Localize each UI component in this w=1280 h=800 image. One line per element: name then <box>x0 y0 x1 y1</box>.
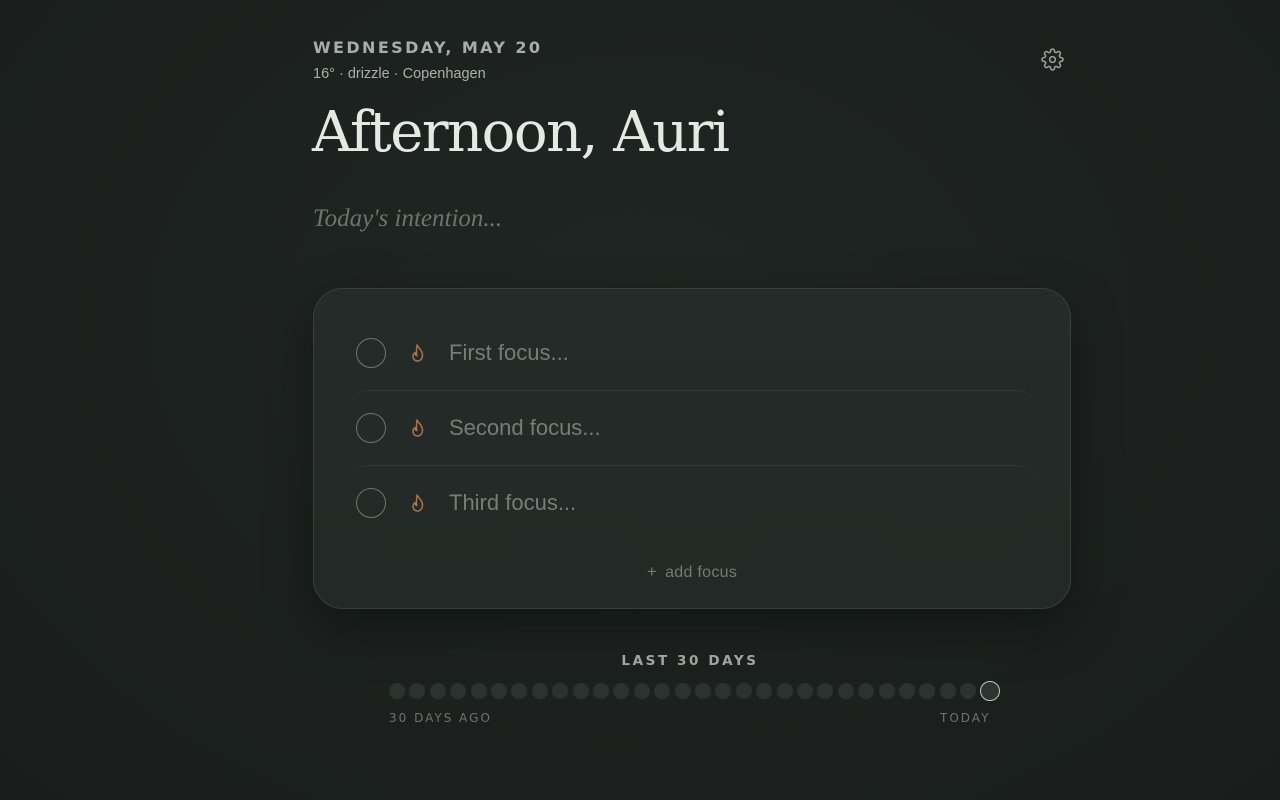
streak-day[interactable] <box>470 683 487 699</box>
date-label: WEDNESDAY, MAY 20 <box>313 38 543 57</box>
focus-checkbox[interactable] <box>356 413 386 443</box>
streak-day[interactable] <box>633 683 650 699</box>
header: WEDNESDAY, MAY 20 16° · drizzle · Copenh… <box>313 38 542 82</box>
streak-day[interactable] <box>389 683 405 699</box>
gear-icon <box>1041 48 1064 71</box>
streak-day[interactable] <box>674 683 691 699</box>
weather-label: 16° · drizzle · Copenhagen <box>313 66 486 82</box>
intention-field[interactable]: Today's intention... <box>313 205 502 233</box>
focus-row <box>350 315 1036 390</box>
flame-icon[interactable] <box>409 493 427 513</box>
streak-day[interactable] <box>552 683 569 699</box>
streak-day[interactable] <box>776 683 793 699</box>
streak-day[interactable] <box>450 683 467 699</box>
focus-row <box>350 390 1036 465</box>
streak-day[interactable] <box>960 683 977 699</box>
streak-day[interactable] <box>756 683 773 699</box>
streak-day[interactable] <box>511 683 528 699</box>
streak-day[interactable] <box>491 683 507 699</box>
streak-day[interactable] <box>593 683 609 699</box>
streak-day-today[interactable] <box>979 681 1000 701</box>
dashboard: WEDNESDAY, MAY 20 16° · drizzle · Copenh… <box>0 0 1280 800</box>
streak-title: LAST 30 DAYS <box>621 653 759 669</box>
streak-start-label: 30 DAYS AGO <box>389 711 492 725</box>
add-focus-label: add focus <box>665 564 738 581</box>
streak-day[interactable] <box>919 683 936 699</box>
focus-input-second[interactable] <box>449 415 1009 441</box>
streak-day[interactable] <box>878 683 895 699</box>
plus-icon: + <box>646 562 658 581</box>
focus-row <box>350 465 1036 540</box>
streak-day[interactable] <box>837 683 854 699</box>
focus-card: + add focus <box>313 288 1071 609</box>
streak-day[interactable] <box>899 683 915 699</box>
flame-icon[interactable] <box>409 343 427 363</box>
streak-end-label: TODAY <box>940 711 991 725</box>
streak-day[interactable] <box>735 683 752 699</box>
streak-day[interactable] <box>572 683 589 699</box>
streak-day[interactable] <box>695 683 711 699</box>
streak-day[interactable] <box>858 683 875 699</box>
streak-day[interactable] <box>613 683 630 699</box>
streak-day[interactable] <box>531 683 548 699</box>
focus-input-first[interactable] <box>449 339 1009 366</box>
flame-icon[interactable] <box>409 418 427 438</box>
focus-input-third[interactable] <box>449 490 1009 516</box>
focus-checkbox[interactable] <box>356 337 386 368</box>
streak-day[interactable] <box>429 683 446 699</box>
streak-day[interactable] <box>939 683 956 699</box>
streak-day[interactable] <box>817 683 834 699</box>
streak-day[interactable] <box>715 683 732 699</box>
streak-day[interactable] <box>654 683 671 699</box>
add-focus-button[interactable]: + add focus <box>314 562 1070 582</box>
streak-dots <box>389 681 1009 701</box>
settings-button[interactable] <box>1041 48 1064 71</box>
greeting-title: Afternoon, Auri <box>312 100 730 165</box>
streak-day[interactable] <box>797 683 813 699</box>
focus-checkbox[interactable] <box>356 488 386 518</box>
streak-day[interactable] <box>409 683 426 699</box>
